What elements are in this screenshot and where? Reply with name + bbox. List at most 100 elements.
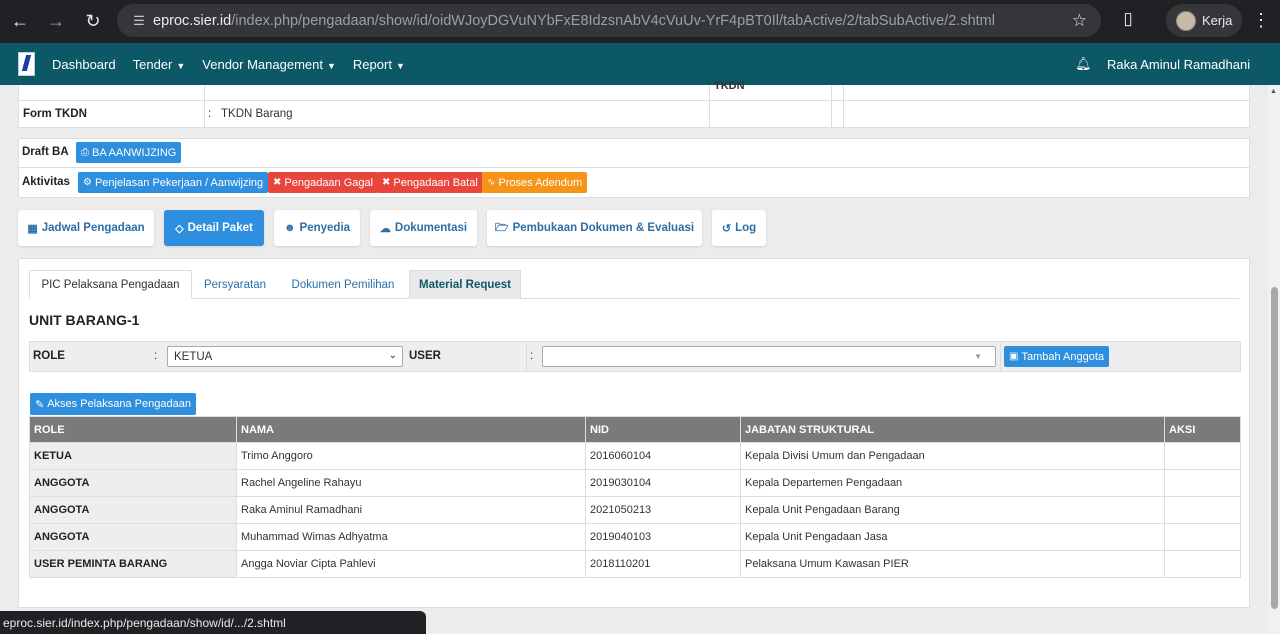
role-select[interactable]: KETUA ⌄ <box>167 346 403 367</box>
pengadaan-batal-button[interactable]: ✖ Pengadaan Batal <box>377 172 483 193</box>
cell-nama: Trimo Anggoro <box>236 442 586 470</box>
tab-penyedia-label: Penyedia <box>299 222 351 234</box>
user-label: USER <box>409 350 441 362</box>
unit-title: UNIT BARANG-1 <box>29 312 140 328</box>
subtab-bar: PIC Pelaksana Pengadaan Persyaratan Doku… <box>29 270 1239 299</box>
more-menu-icon[interactable]: ⋮ <box>1252 10 1270 31</box>
cell-nid: 2019040103 <box>585 523 741 551</box>
nav-vendor-management[interactable]: Vendor Management ▼ <box>202 57 336 72</box>
tab-pembukaan-label: Pembukaan Dokumen & Evaluasi <box>512 222 695 234</box>
nav-tender[interactable]: Tender ▼ <box>133 57 186 72</box>
cell-aksi <box>1164 442 1241 470</box>
scroll-up-icon[interactable]: ▲ <box>1270 88 1277 95</box>
nav-report[interactable]: Report ▼ <box>353 57 405 72</box>
scroll-thumb[interactable] <box>1271 287 1278 609</box>
back-icon[interactable]: ← <box>2 3 38 39</box>
cell-aksi <box>1164 469 1241 497</box>
pic-table: ROLE NAMA NID JABATAN STRUKTURAL AKSI KE… <box>29 416 1241 578</box>
table-row: KETUA Trimo Anggoro 2016060104 Kepala Di… <box>29 442 1241 470</box>
bell-icon[interactable]: 🔔︎ <box>1075 56 1092 72</box>
cell-jabatan: Kepala Divisi Umum dan Pengadaan <box>740 442 1165 470</box>
akses-pelaksana-label: Akses Pelaksana Pengadaan <box>47 398 191 410</box>
cell-aksi <box>1164 496 1241 524</box>
akses-pelaksana-button[interactable]: ✎ Akses Pelaksana Pengadaan <box>30 393 196 415</box>
role-colon: : <box>154 350 158 362</box>
bookmark-star-icon[interactable]: ☆ <box>1072 11 1087 31</box>
calendar-icon: ▦ <box>27 222 38 235</box>
role-select-value: KETUA <box>174 350 213 363</box>
gears-icon: ⚙ <box>83 177 92 188</box>
col-role: ROLE <box>29 416 237 443</box>
penjelasan-button[interactable]: ⚙ Penjelasan Pekerjaan / Aanwijzing <box>78 172 269 193</box>
tab-detail-label: Detail Paket <box>187 222 253 234</box>
ba-aanwijzing-button[interactable]: ⎙ BA AANWIJZING <box>76 142 182 163</box>
link-status-bar: eproc.sier.id/index.php/pengadaan/show/i… <box>0 611 426 634</box>
user-menu[interactable]: Raka Aminul Ramadhani <box>1107 57 1250 72</box>
tab-dokumentasi[interactable]: ☁ Dokumentasi <box>370 210 477 246</box>
users-icon: ☻ <box>283 222 296 234</box>
app-navbar: Dashboard Tender ▼ Vendor Management ▼ Rep… <box>0 43 1280 85</box>
nav-dashboard[interactable]: Dashboard <box>52 57 116 72</box>
caret-down-icon: ▼ <box>326 60 336 71</box>
subtab-pic-pelaksana[interactable]: PIC Pelaksana Pengadaan <box>29 270 192 299</box>
cell-aksi <box>1164 523 1241 551</box>
rss-icon: ∿ <box>487 177 496 188</box>
tab-log[interactable]: ↺ Log <box>712 210 766 246</box>
draft-ba-label: Draft BA <box>22 146 69 158</box>
info-table: TKDN Form TKDN : TKDN Barang <box>18 80 1250 128</box>
cell-aksi <box>1164 550 1241 578</box>
tab-jadwal-pengadaan[interactable]: ▦ Jadwal Pengadaan <box>18 210 154 246</box>
profile-button[interactable]: Kerja <box>1166 4 1242 37</box>
col-nama: NAMA <box>236 416 586 443</box>
sier-logo[interactable] <box>18 52 35 76</box>
edit-icon: ✎ <box>35 398 45 411</box>
tab-log-label: Log <box>735 222 757 234</box>
caret-down-icon: ▼ <box>176 60 186 71</box>
proses-adendum-button[interactable]: ∿ Proses Adendum <box>482 172 588 193</box>
col-nid: NID <box>585 416 741 443</box>
user-select[interactable]: ▼ <box>542 346 996 367</box>
cell-nid: 2021050213 <box>585 496 741 524</box>
table-header-row: ROLE NAMA NID JABATAN STRUKTURAL AKSI <box>29 416 1241 443</box>
aktivitas-label: Aktivitas <box>22 176 70 188</box>
extensions-icon[interactable]: ▯ <box>1115 9 1141 35</box>
reload-icon[interactable]: ↻ <box>75 3 111 39</box>
table-row: USER PEMINTA BARANG Angga Noviar Cipta P… <box>29 550 1241 578</box>
cell-nid: 2018110201 <box>585 550 741 578</box>
subtab-persyaratan[interactable]: Persyaratan <box>192 270 278 299</box>
tab-pembukaan-dokumen[interactable]: 🗁︎ Pembukaan Dokumen & Evaluasi <box>487 210 702 246</box>
form-tkdn-label: Form TKDN <box>23 108 87 120</box>
chevron-down-icon: ⌄ <box>388 350 397 361</box>
cell-role: KETUA <box>29 442 237 470</box>
address-bar[interactable]: ☰ eproc.sier.id/index.php/pengadaan/show… <box>117 4 1101 37</box>
col-jabatan: JABATAN STRUKTURAL <box>740 416 1165 443</box>
folder-open-icon: 🗁︎ <box>494 221 509 234</box>
cell-jabatan: Pelaksana Umum Kawasan PIER <box>740 550 1165 578</box>
tab-penyedia[interactable]: ☻ Penyedia <box>274 210 360 246</box>
close-icon: ✖ <box>382 177 391 188</box>
cell-jabatan: Kepala Unit Pengadaan Jasa <box>740 523 1165 551</box>
tab-detail-paket[interactable]: ◇ Detail Paket <box>164 210 264 246</box>
detail-paket-panel: PIC Pelaksana Pengadaan Persyaratan Doku… <box>18 258 1250 608</box>
pengadaan-batal-label: Pengadaan Batal <box>393 176 478 189</box>
avatar <box>1176 10 1196 31</box>
cell-nid: 2016060104 <box>585 442 741 470</box>
tambah-anggota-button[interactable]: ▣ Tambah Anggota <box>1004 346 1110 367</box>
site-settings-icon[interactable]: ☰ <box>125 13 153 29</box>
cell-nama: Raka Aminul Ramadhani <box>236 496 586 524</box>
tambah-anggota-label: Tambah Anggota <box>1021 350 1105 363</box>
subtab-dokumen-pemilihan[interactable]: Dokumen Pemilihan <box>278 270 408 299</box>
cell-role: USER PEMINTA BARANG <box>29 550 237 578</box>
user-colon: : <box>530 350 534 362</box>
print-icon: ⎙ <box>81 147 89 158</box>
cell-nama: Rachel Angeline Rahayu <box>236 469 586 497</box>
tab-dokumentasi-label: Dokumentasi <box>394 222 468 234</box>
subtab-material-request[interactable]: Material Request <box>409 270 521 299</box>
table-row: ANGGOTA Raka Aminul Ramadhani 2021050213… <box>29 496 1241 524</box>
proses-adendum-label: Proses Adendum <box>498 176 583 189</box>
forward-icon[interactable]: → <box>38 3 74 39</box>
cloud-upload-icon: ☁ <box>379 222 391 235</box>
cell-jabatan: Kepala Departemen Pengadaan <box>740 469 1165 497</box>
col-aksi: AKSI <box>1164 416 1241 443</box>
pengadaan-gagal-button[interactable]: ✖ Pengadaan Gagal <box>268 172 379 193</box>
